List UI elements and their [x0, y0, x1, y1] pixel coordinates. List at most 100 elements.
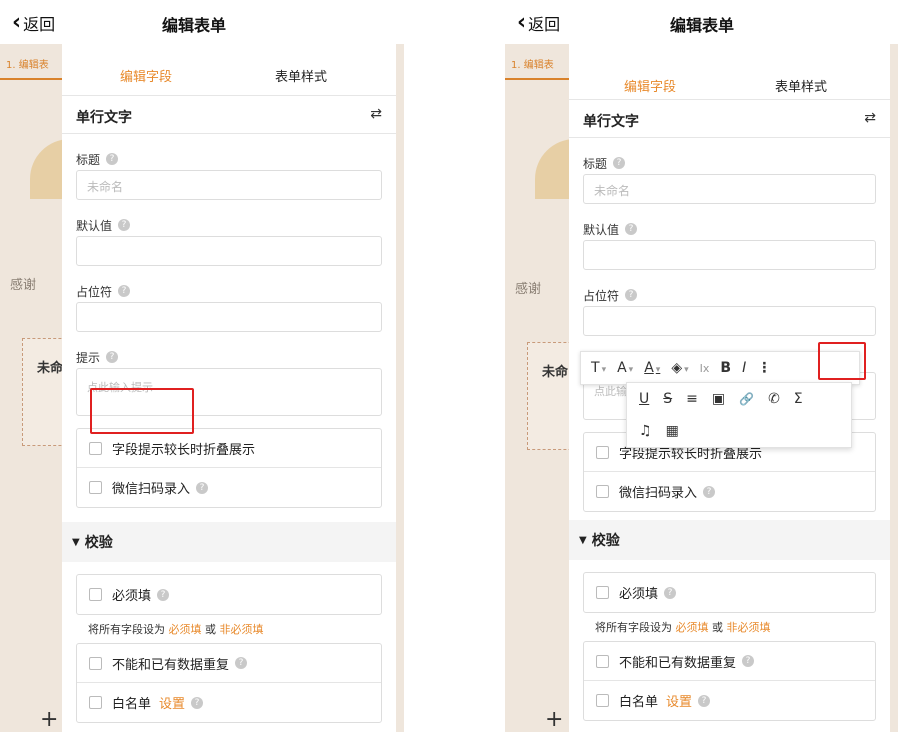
- option-no-duplicate[interactable]: 不能和已有数据重复?: [584, 642, 875, 681]
- back-label: 返回: [528, 15, 561, 34]
- nav-bar: ‹ 返回 编辑表单: [505, 0, 898, 44]
- video-icon[interactable]: ▦: [666, 423, 679, 439]
- option-required[interactable]: 必须填?: [77, 575, 381, 614]
- field-form: 标题? 未命名 默认值? 占位符? 点此输 字段提示较长时折叠展示 微信扫码录入…: [569, 138, 890, 520]
- align-icon[interactable]: ≡: [686, 391, 698, 407]
- checkbox[interactable]: [89, 696, 102, 709]
- help-icon[interactable]: ?: [625, 223, 638, 235]
- note-prefix: 将所有字段设为: [88, 623, 165, 636]
- audio-icon[interactable]: ♫: [639, 423, 652, 439]
- option-no-duplicate[interactable]: 不能和已有数据重复?: [77, 644, 381, 683]
- option-whitelist[interactable]: 白名单 设置?: [584, 681, 875, 720]
- help-icon[interactable]: ?: [118, 219, 131, 231]
- bold-icon[interactable]: B: [720, 360, 731, 376]
- help-icon[interactable]: ?: [664, 586, 677, 599]
- help-icon[interactable]: ?: [698, 694, 711, 707]
- validation-label: 校验: [591, 533, 620, 549]
- switch-type-icon[interactable]: ⇄: [864, 110, 876, 126]
- toolbar-glyph: A: [644, 360, 654, 376]
- phone-icon[interactable]: ✆: [768, 391, 780, 407]
- font-size-icon[interactable]: A ▾: [617, 360, 633, 376]
- toolbar-row: U S ≡ ▣ 🔗 ✆ Σ: [627, 383, 851, 415]
- checkbox[interactable]: [596, 586, 609, 599]
- field-type-label: 单行文字: [76, 110, 132, 126]
- tab-edit-field[interactable]: 编辑字段: [120, 66, 172, 85]
- validation-header[interactable]: ▼ 校验: [569, 520, 890, 560]
- help-icon[interactable]: ?: [191, 696, 204, 709]
- option-label: 不能和已有数据重复: [619, 655, 737, 671]
- help-icon[interactable]: ?: [196, 481, 209, 494]
- title-input[interactable]: 未命名: [76, 170, 382, 200]
- text-style-icon[interactable]: T ▾: [591, 360, 606, 376]
- option-whitelist[interactable]: 白名单 设置?: [77, 683, 381, 722]
- set-all-optional-link[interactable]: 非必须填: [727, 621, 771, 634]
- help-icon[interactable]: ?: [613, 157, 626, 169]
- checkbox[interactable]: [89, 441, 102, 455]
- underline-icon[interactable]: U: [639, 391, 649, 407]
- image-icon[interactable]: ▣: [712, 391, 725, 407]
- set-all-required-link[interactable]: 必须填: [676, 621, 709, 634]
- note-or: 或: [205, 623, 216, 636]
- triangle-down-icon: ▼: [72, 536, 80, 548]
- link-icon[interactable]: 🔗: [739, 392, 754, 406]
- title-label-text: 标题: [76, 152, 101, 167]
- field-form: 标题? 未命名 默认值? 占位符? 提示? 点此输入提示 字段提示较长时折叠展示…: [62, 134, 396, 522]
- help-icon[interactable]: ?: [625, 289, 638, 301]
- checkbox[interactable]: [596, 445, 609, 459]
- help-icon[interactable]: ?: [118, 285, 131, 297]
- formula-icon[interactable]: Σ: [794, 391, 803, 407]
- back-button[interactable]: ‹ 返回: [517, 11, 560, 35]
- option-wechat-scan[interactable]: 微信扫码录入?: [77, 468, 381, 507]
- font-color-icon[interactable]: A ▾: [644, 360, 660, 376]
- tab-edit-field[interactable]: 编辑字段: [624, 76, 676, 95]
- option-collapse-hint[interactable]: 字段提示较长时折叠展示: [77, 429, 381, 468]
- required-check-box: 必须填?: [76, 574, 382, 615]
- strikethrough-icon[interactable]: S: [663, 391, 672, 407]
- toolbar-glyph: ◈: [671, 360, 683, 376]
- help-icon[interactable]: ?: [742, 655, 755, 667]
- back-button[interactable]: ‹ 返回: [12, 11, 55, 35]
- option-label: 白名单: [619, 695, 659, 710]
- validation-header[interactable]: ▼ 校验: [62, 522, 396, 562]
- title-label: 标题?: [583, 138, 876, 174]
- required-note: 将所有字段设为 必须填 或 非必须填: [76, 615, 382, 643]
- placeholder-label: 占位符?: [76, 266, 382, 302]
- default-input[interactable]: [76, 236, 382, 266]
- help-icon[interactable]: ?: [157, 588, 170, 601]
- bg-tab: 1. 编辑表: [0, 52, 70, 80]
- checkbox[interactable]: [89, 588, 102, 601]
- checkbox[interactable]: [596, 654, 609, 668]
- checkbox[interactable]: [596, 485, 609, 498]
- placeholder-label-text: 占位符: [76, 284, 113, 299]
- checkbox[interactable]: [89, 481, 102, 494]
- add-icon[interactable]: +: [40, 707, 58, 732]
- panel-tabs: 编辑字段 表单样式: [62, 44, 396, 96]
- help-icon[interactable]: ?: [106, 153, 119, 165]
- fill-color-icon[interactable]: ◈ ▾: [671, 360, 688, 376]
- add-icon[interactable]: +: [545, 707, 563, 732]
- help-icon[interactable]: ?: [106, 351, 119, 363]
- help-icon[interactable]: ?: [235, 657, 248, 669]
- clear-format-icon[interactable]: Ix: [700, 362, 710, 375]
- checkbox[interactable]: [596, 694, 609, 707]
- switch-type-icon[interactable]: ⇄: [370, 106, 382, 122]
- tab-form-style[interactable]: 表单样式: [775, 76, 827, 95]
- placeholder-input[interactable]: [583, 306, 876, 336]
- whitelist-settings-link[interactable]: 设置: [666, 691, 692, 710]
- required-note: 将所有字段设为 必须填 或 非必须填: [583, 613, 876, 641]
- set-all-optional-link[interactable]: 非必须填: [220, 623, 264, 636]
- more-options-icon[interactable]: ⋮: [757, 360, 771, 376]
- option-wechat-scan[interactable]: 微信扫码录入?: [584, 472, 875, 511]
- italic-icon[interactable]: I: [742, 360, 746, 376]
- default-input[interactable]: [583, 240, 876, 270]
- rule-checks: 不能和已有数据重复? 白名单 设置?: [76, 643, 382, 723]
- option-required[interactable]: 必须填?: [584, 573, 875, 612]
- placeholder-input[interactable]: [76, 302, 382, 332]
- field-type-header: 单行文字 ⇄: [62, 96, 396, 134]
- whitelist-settings-link[interactable]: 设置: [159, 693, 185, 712]
- title-input[interactable]: 未命名: [583, 174, 876, 204]
- set-all-required-link[interactable]: 必须填: [169, 623, 202, 636]
- tab-form-style[interactable]: 表单样式: [275, 66, 327, 85]
- help-icon[interactable]: ?: [703, 485, 716, 498]
- checkbox[interactable]: [89, 656, 102, 670]
